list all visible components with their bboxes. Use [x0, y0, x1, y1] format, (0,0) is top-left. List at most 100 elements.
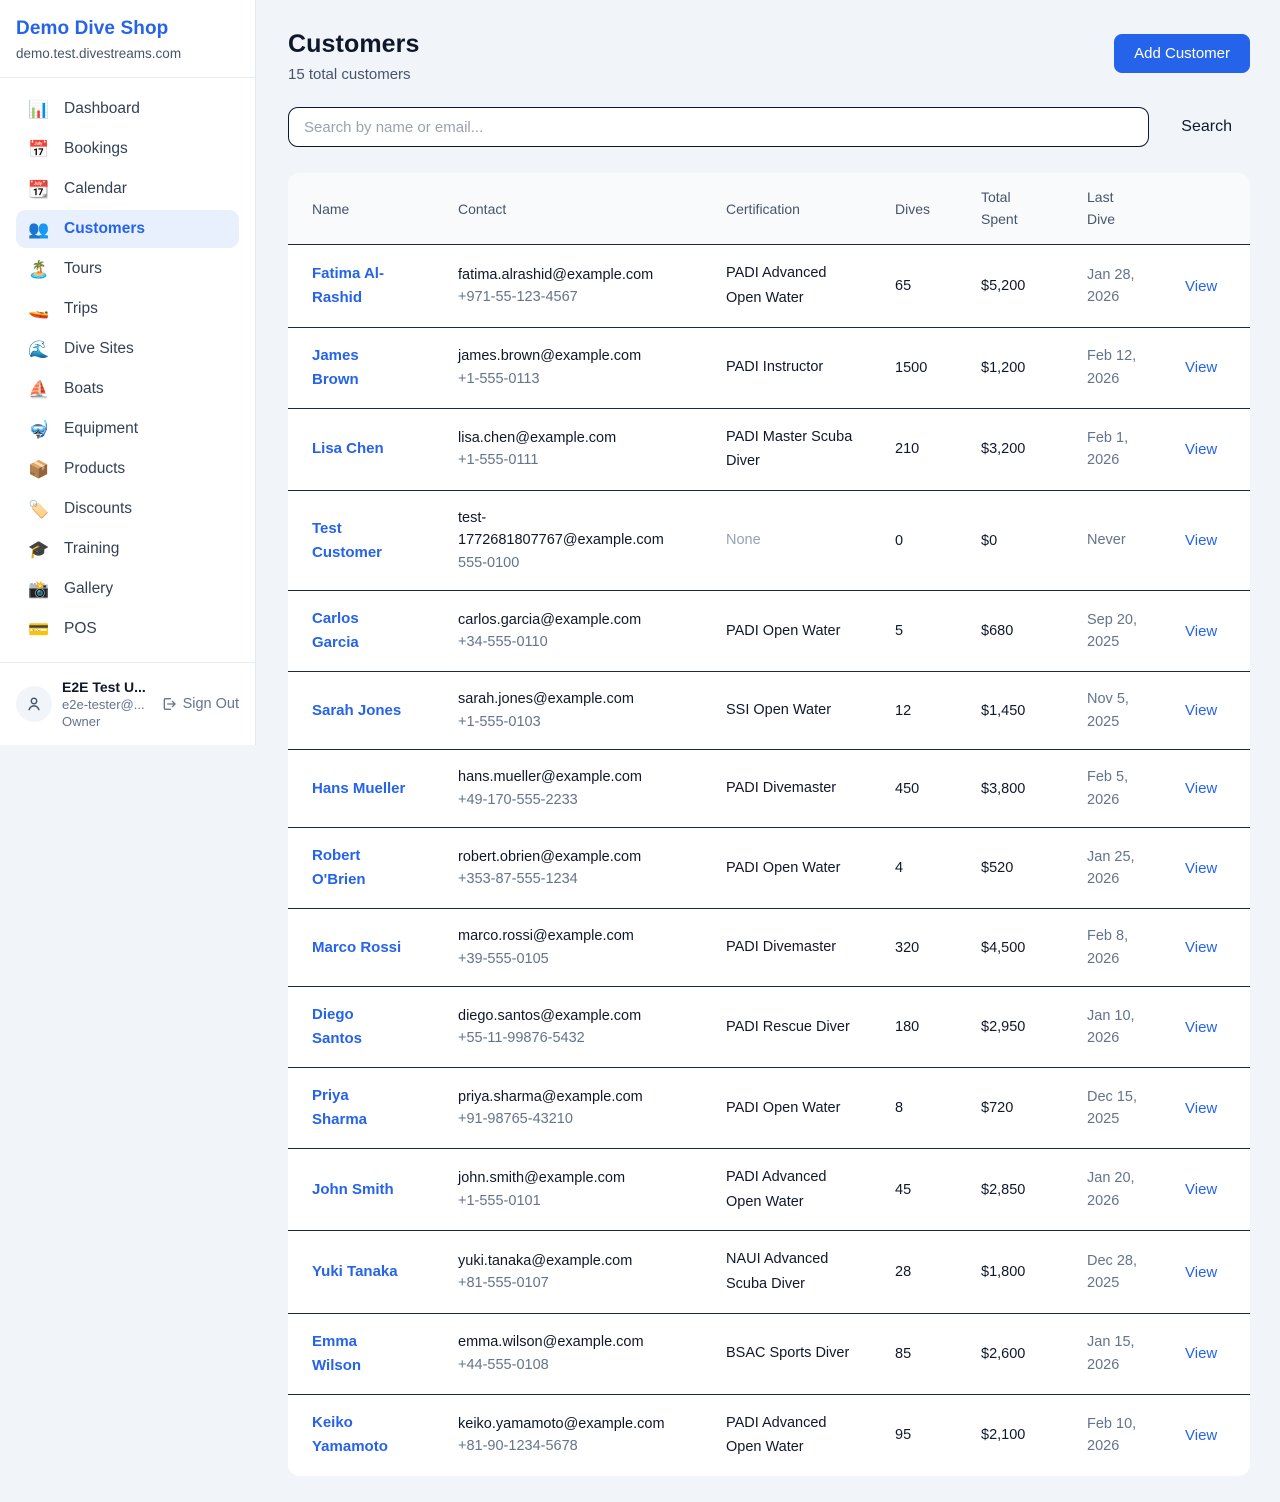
customer-name-link[interactable]: James Brown — [312, 344, 406, 392]
sidebar-item-boats[interactable]: ⛵ Boats — [16, 370, 239, 408]
customer-dives: 12 — [895, 703, 911, 719]
customer-last-dive: Dec 15, 2025 — [1087, 1086, 1153, 1131]
customer-name-link[interactable]: Robert O'Brien — [312, 844, 406, 892]
sidebar-item-gallery[interactable]: 📸 Gallery — [16, 570, 239, 608]
sidebar-item-trips[interactable]: 🚤 Trips — [16, 290, 239, 328]
table-row: Diego Santos diego.santos@example.com +5… — [288, 987, 1250, 1068]
nav-icon: 👥 — [28, 221, 50, 238]
view-customer-link[interactable]: View — [1185, 1100, 1217, 1117]
customer-name-link[interactable]: John Smith — [312, 1178, 394, 1202]
shop-name: Demo Dive Shop — [16, 18, 239, 40]
sidebar-item-label: Customers — [64, 220, 145, 238]
col-header-actions — [1185, 173, 1250, 245]
view-customer-link[interactable]: View — [1185, 860, 1217, 877]
customer-dives: 5 — [895, 623, 903, 639]
sidebar-item-pos[interactable]: 💳 POS — [16, 610, 239, 648]
customer-certification: None — [726, 528, 854, 553]
cell-last-dive: Feb 12, 2026 — [1087, 327, 1185, 408]
customer-name-link[interactable]: Emma Wilson — [312, 1330, 406, 1378]
customer-name-link[interactable]: Priya Sharma — [312, 1084, 406, 1132]
table-row: John Smith john.smith@example.com +1-555… — [288, 1149, 1250, 1231]
cell-last-dive: Jan 10, 2026 — [1087, 987, 1185, 1068]
customer-phone: +55-11-99876-5432 — [458, 1027, 676, 1049]
nav-icon: 📸 — [28, 581, 50, 598]
view-customer-link[interactable]: View — [1185, 1345, 1217, 1362]
customer-name-link[interactable]: Yuki Tanaka — [312, 1260, 398, 1284]
view-customer-link[interactable]: View — [1185, 702, 1217, 719]
view-customer-link[interactable]: View — [1185, 441, 1217, 458]
customer-name-link[interactable]: Test Customer — [312, 517, 406, 565]
sidebar-item-tours[interactable]: 🏝️ Tours — [16, 250, 239, 288]
nav-icon: ⛵ — [28, 381, 50, 398]
customer-last-dive: Feb 12, 2026 — [1087, 345, 1153, 390]
customer-email: emma.wilson@example.com — [458, 1331, 676, 1353]
view-customer-link[interactable]: View — [1185, 780, 1217, 797]
customer-name-link[interactable]: Fatima Al-Rashid — [312, 262, 406, 310]
sidebar-item-products[interactable]: 📦 Products — [16, 450, 239, 488]
customer-phone: +34-555-0110 — [458, 631, 676, 653]
sidebar-item-bookings[interactable]: 📅 Bookings — [16, 130, 239, 168]
cell-last-dive: Feb 1, 2026 — [1087, 408, 1185, 490]
customer-phone: +971-55-123-4567 — [458, 286, 676, 308]
view-customer-link[interactable]: View — [1185, 532, 1217, 549]
customer-name-link[interactable]: Lisa Chen — [312, 437, 384, 461]
nav-icon: 🎓 — [28, 541, 50, 558]
customer-name-link[interactable]: Marco Rossi — [312, 936, 401, 960]
customer-name-link[interactable]: Hans Mueller — [312, 777, 405, 801]
view-customer-link[interactable]: View — [1185, 939, 1217, 956]
sidebar-item-label: Trips — [64, 300, 98, 318]
add-customer-button[interactable]: Add Customer — [1114, 34, 1250, 73]
view-customer-link[interactable]: View — [1185, 278, 1217, 295]
search-row: Search — [288, 107, 1250, 147]
customer-phone: +44-555-0108 — [458, 1354, 676, 1376]
sidebar-item-equipment[interactable]: 🤿 Equipment — [16, 410, 239, 448]
sidebar-item-discounts[interactable]: 🏷️ Discounts — [16, 490, 239, 528]
cell-dives: 210 — [895, 408, 981, 490]
customers-table: Name Contact Certification Dives Total S… — [288, 173, 1250, 1476]
cell-certification: BSAC Sports Diver — [726, 1313, 895, 1394]
sidebar-item-label: Bookings — [64, 140, 128, 158]
customer-total-spent: $1,800 — [981, 1264, 1025, 1280]
customer-last-dive: Dec 28, 2025 — [1087, 1250, 1153, 1295]
view-customer-link[interactable]: View — [1185, 1264, 1217, 1281]
cell-name: Keiko Yamamoto — [288, 1394, 458, 1476]
nav-icon: 🏷️ — [28, 501, 50, 518]
customer-name-link[interactable]: Sarah Jones — [312, 699, 401, 723]
sidebar-item-dive-sites[interactable]: 🌊 Dive Sites — [16, 330, 239, 368]
cell-contact: hans.mueller@example.com +49-170-555-223… — [458, 750, 726, 828]
sidebar-item-customers[interactable]: 👥 Customers — [16, 210, 239, 248]
cell-name: Robert O'Brien — [288, 828, 458, 909]
customer-email: fatima.alrashid@example.com — [458, 264, 676, 286]
cell-name: James Brown — [288, 327, 458, 408]
cell-actions: View — [1185, 1068, 1250, 1149]
sidebar-user-section: E2E Test U... e2e-tester@... Owner Sign … — [0, 662, 255, 745]
customer-name-link[interactable]: Diego Santos — [312, 1003, 406, 1051]
cell-dives: 1500 — [895, 327, 981, 408]
view-customer-link[interactable]: View — [1185, 623, 1217, 640]
view-customer-link[interactable]: View — [1185, 1427, 1217, 1444]
cell-name: Marco Rossi — [288, 909, 458, 987]
customer-phone: +1-555-0101 — [458, 1190, 676, 1212]
customer-name-link[interactable]: Carlos Garcia — [312, 607, 406, 655]
sidebar-item-training[interactable]: 🎓 Training — [16, 530, 239, 568]
search-input[interactable] — [288, 107, 1149, 147]
customer-phone: +39-555-0105 — [458, 948, 676, 970]
view-customer-link[interactable]: View — [1185, 1181, 1217, 1198]
customer-name-link[interactable]: Keiko Yamamoto — [312, 1411, 406, 1459]
cell-actions: View — [1185, 1149, 1250, 1231]
view-customer-link[interactable]: View — [1185, 359, 1217, 376]
cell-actions: View — [1185, 1231, 1250, 1313]
search-button[interactable]: Search — [1163, 110, 1250, 144]
sidebar-item-calendar[interactable]: 📆 Calendar — [16, 170, 239, 208]
customer-total-spent: $520 — [981, 860, 1013, 876]
shop-domain: demo.test.divestreams.com — [16, 46, 239, 61]
table-row: Carlos Garcia carlos.garcia@example.com … — [288, 591, 1250, 672]
view-customer-link[interactable]: View — [1185, 1019, 1217, 1036]
cell-name: Diego Santos — [288, 987, 458, 1068]
sign-out-button[interactable]: Sign Out — [161, 696, 239, 712]
sidebar-item-dashboard[interactable]: 📊 Dashboard — [16, 90, 239, 128]
cell-contact: james.brown@example.com +1-555-0113 — [458, 327, 726, 408]
cell-certification: PADI Master Scuba Diver — [726, 408, 895, 490]
page-title: Customers — [288, 30, 420, 59]
sidebar-header: Demo Dive Shop demo.test.divestreams.com — [0, 0, 255, 78]
